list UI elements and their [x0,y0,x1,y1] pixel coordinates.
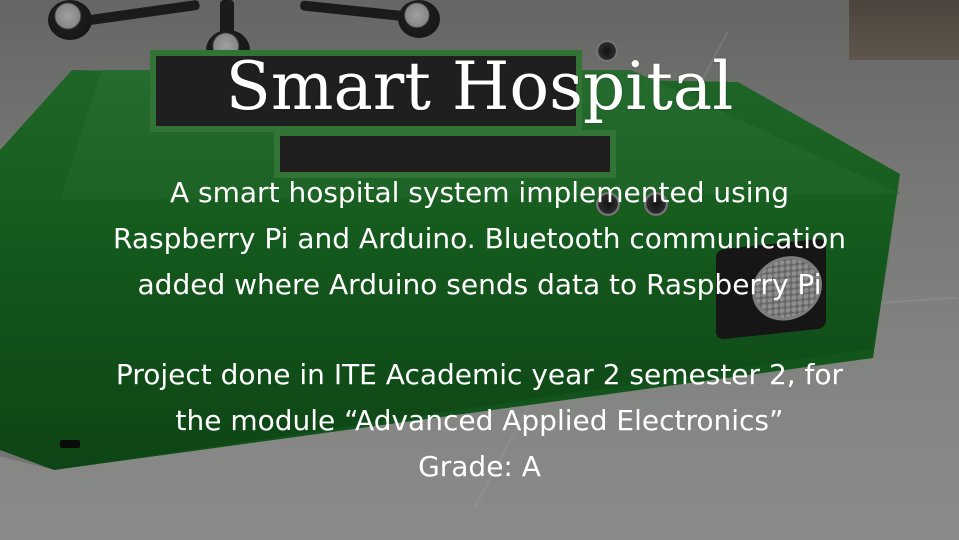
project-line: the module “Advanced Applied Electronics… [175,404,784,437]
project-line: Project done in ITE Academic year 2 seme… [115,358,844,391]
description-line: added where Arduino sends data to Raspbe… [137,268,822,301]
slide-description: A smart hospital system implemented usin… [20,170,939,490]
description-line: Raspberry Pi and Arduino. Bluetooth comm… [113,222,846,255]
grade-line: Grade: A [418,450,541,483]
slide-title: Smart Hospital [225,48,734,125]
description-line: A smart hospital system implemented usin… [169,176,790,209]
